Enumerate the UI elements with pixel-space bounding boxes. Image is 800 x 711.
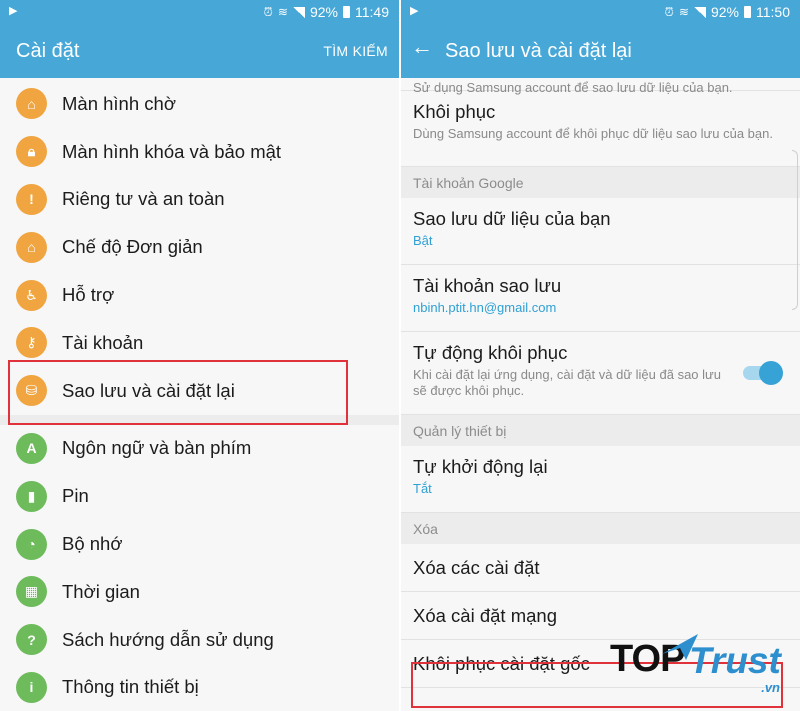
auto-restore-toggle[interactable] — [743, 361, 783, 385]
setting-summary: Bật — [413, 233, 433, 248]
setting-title: Khôi phục — [413, 101, 496, 122]
clock: 11:49 — [355, 4, 389, 20]
backup-reset-screen: Sao lưu dữ liệu của bạnSử dụng Samsung a… — [401, 0, 800, 711]
status-bar: ▶ ⏰︎ ≋ 92% 11:49 — [0, 0, 399, 24]
settings-screen: ▶ ⏰︎ ≋ 92% 11:49 Cài đặt TÌM KIẾM ⌂ Màn h… — [0, 0, 399, 711]
setting-title: Tài khoản sao lưu — [413, 275, 562, 296]
battery-icon — [744, 6, 751, 18]
watermark-domain-text: .vn — [761, 680, 780, 695]
alarm-icon: ⏰︎ — [664, 4, 674, 19]
settings-item-label: Màn hình chờ — [62, 92, 176, 114]
alarm-icon: ⏰︎ — [263, 4, 273, 19]
search-button[interactable]: TÌM KIẾM — [323, 43, 388, 59]
section-header: Quản lý thiết bị — [401, 415, 800, 446]
settings-item-label: Màn hình khóa và bảo mật — [62, 140, 282, 162]
page-title: Cài đặt — [16, 40, 80, 62]
info-icon: i — [16, 671, 47, 703]
signal-icon — [693, 6, 706, 18]
settings-item-label: Chế độ Đơn giản — [62, 236, 203, 258]
setting-row[interactable]: Tự khởi động lại Tắt — [401, 446, 800, 513]
lock-icon: 🔒︎ — [16, 136, 47, 168]
settings-item-label: Riêng tư và an toàn — [62, 188, 225, 210]
storage-icon: ◔ — [16, 528, 47, 560]
setting-summary: Khi cài đặt lại ứng dụng, cài đặt và dữ … — [413, 367, 721, 398]
setting-row[interactable]: Khôi phục Dùng Samsung account để khôi ph… — [401, 91, 800, 167]
alert-icon: ! — [16, 183, 47, 215]
page-title: Sao lưu và cài đặt lại — [445, 40, 632, 62]
toggle-knob — [759, 361, 783, 385]
play-store-notification-icon: ▶ — [9, 5, 18, 17]
status-bar: ▶ ⏰︎ ≋ 92% 11:50 — [401, 0, 800, 24]
setting-row[interactable]: Xóa các cài đặt — [401, 544, 800, 592]
key-icon: ⚷ — [16, 327, 47, 359]
settings-item[interactable]: ⌂ Chế độ Đơn giản — [0, 223, 399, 271]
setting-summary: Dùng Samsung account để khôi phục dữ liệ… — [413, 126, 773, 141]
wifi-icon: ≋ — [678, 5, 689, 19]
manual-icon: ? — [16, 624, 47, 656]
settings-item[interactable]: ! Riêng tư và an toàn — [0, 176, 399, 224]
calendar-icon: ▦ — [16, 576, 47, 608]
settings-item[interactable]: A Ngôn ngữ và bàn phím — [0, 425, 399, 473]
watermark-trust-text: Trust — [689, 640, 781, 681]
setting-title: Sao lưu dữ liệu của bạn — [413, 208, 611, 229]
setting-title: Xóa cài đặt mạng — [413, 605, 557, 626]
settings-item-label: Thời gian — [62, 580, 140, 602]
settings-item-label: Ngôn ngữ và bàn phím — [62, 437, 252, 459]
settings-item-label: Tài khoản — [62, 331, 144, 353]
setting-title: Tự khởi động lại — [413, 456, 548, 477]
clock: 11:50 — [756, 4, 790, 20]
play-store-notification-icon: ▶ — [410, 5, 419, 17]
settings-item[interactable]: ▦ Thời gian — [0, 568, 399, 616]
settings-item-label: Bộ nhớ — [62, 533, 123, 555]
screen-edge-curve — [792, 150, 798, 310]
settings-app-bar: ▶ ⏰︎ ≋ 92% 11:49 Cài đặt TÌM KIẾM — [0, 0, 399, 78]
setting-row[interactable]: Tài khoản sao lưu nbinh.ptit.hn@gmail.com — [401, 265, 800, 332]
setting-title: Tự động khôi phục — [413, 342, 568, 363]
battery-icon — [343, 6, 350, 18]
settings-item[interactable]: ♿︎ Hỗ trợ — [0, 271, 399, 319]
home-icon: ⌂ — [16, 88, 47, 120]
battery-icon: ▮ — [16, 480, 47, 512]
backup-reset-list: Sao lưu dữ liệu của bạnSử dụng Samsung a… — [401, 55, 800, 688]
easy-mode-icon: ⌂ — [16, 231, 47, 263]
battery-percent: 92% — [710, 4, 739, 20]
settings-item-label: Sách hướng dẫn sử dụng — [62, 628, 274, 650]
accessibility-icon: ♿︎ — [16, 279, 47, 311]
section-header: Xóa — [401, 513, 800, 544]
settings-item-label: Thông tin thiết bị — [62, 676, 199, 698]
highlight-box — [8, 360, 348, 425]
settings-item[interactable]: ▮ Pin — [0, 472, 399, 520]
setting-title: Xóa các cài đặt — [413, 557, 540, 578]
wifi-icon: ≋ — [277, 5, 288, 19]
backup-app-bar: ▶ ⏰︎ ≋ 92% 11:50 ← Sao lưu và cài đặt lạ… — [401, 0, 800, 78]
settings-item-label: Pin — [62, 485, 89, 507]
signal-icon — [292, 6, 305, 18]
settings-item[interactable]: ◔ Bộ nhớ — [0, 520, 399, 568]
setting-row[interactable]: Sao lưu dữ liệu của bạn Bật — [401, 198, 800, 265]
section-header: Tài khoản Google — [401, 167, 800, 198]
keyboard-icon: A — [16, 432, 47, 464]
settings-item-label: Hỗ trợ — [62, 284, 115, 306]
toptrust-watermark: TOP Trust .vn — [610, 632, 786, 700]
setting-summary: Tắt — [413, 481, 432, 496]
settings-item[interactable]: i Thông tin thiết bị — [0, 664, 399, 711]
setting-summary: nbinh.ptit.hn@gmail.com — [413, 300, 557, 315]
battery-percent: 92% — [309, 4, 338, 20]
back-arrow-icon[interactable]: ← — [411, 34, 433, 60]
settings-item[interactable]: ? Sách hướng dẫn sử dụng — [0, 616, 399, 664]
settings-item[interactable]: 🔒︎ Màn hình khóa và bảo mật — [0, 128, 399, 176]
settings-item[interactable]: ⌂ Màn hình chờ — [0, 80, 399, 128]
setting-row[interactable]: Tự động khôi phục Khi cài đặt lại ứng dụn… — [401, 332, 800, 415]
